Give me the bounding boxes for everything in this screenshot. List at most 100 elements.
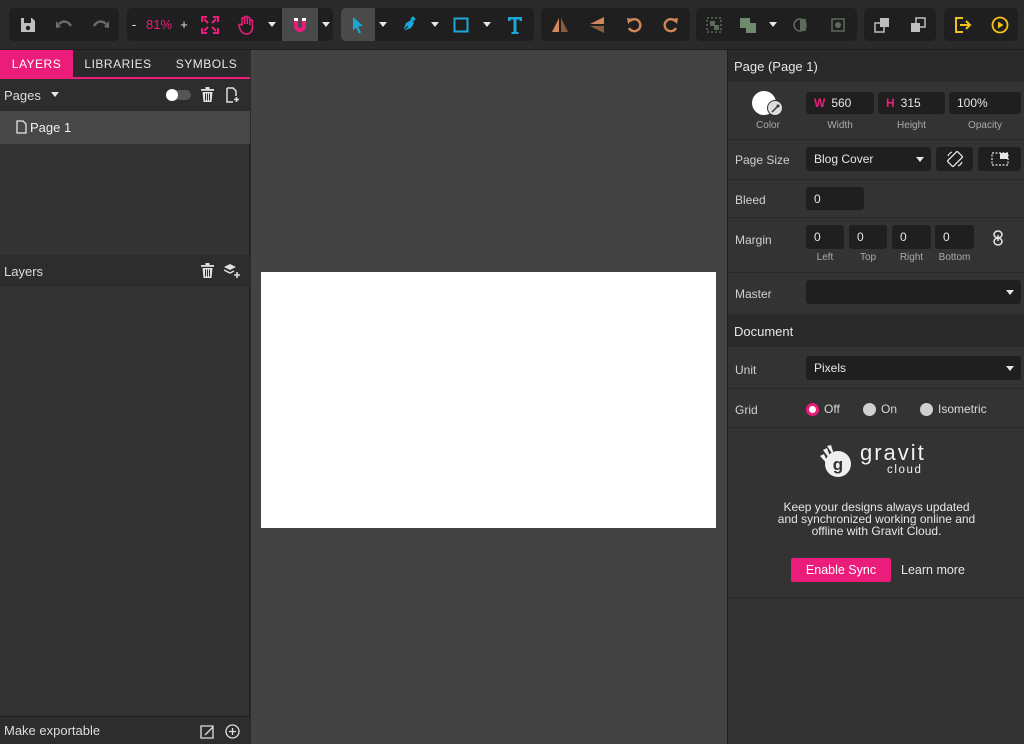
history-group [9,8,119,41]
unit-row: Unit Pixels [728,347,1024,389]
tab-libraries[interactable]: LIBRARIES [73,50,163,78]
trash-icon [201,87,214,102]
add-layer-icon [223,264,240,278]
flip-horizontal-icon [551,17,568,32]
zoom-in-button[interactable]: + [177,8,191,41]
enable-sync-button[interactable]: Enable Sync [791,558,891,582]
pages-title[interactable]: Pages [4,88,41,103]
pen-tool-dropdown[interactable] [427,8,443,41]
canvas-area[interactable] [251,50,727,744]
grid-off-radio[interactable]: Off [806,402,840,416]
toggle-switch[interactable] [166,89,191,101]
margin-top-field[interactable]: 0 [849,225,887,249]
flip-horizontal-button[interactable] [541,8,578,41]
delete-layer-button[interactable] [201,263,214,281]
rectangle-tool-button[interactable] [443,8,479,41]
radio-unselected-icon [863,402,876,416]
flip-vertical-icon [589,16,604,33]
resize-to-content-button[interactable] [978,147,1021,171]
tab-symbols[interactable]: SYMBOLS [163,50,250,78]
page-size-select[interactable]: Blog Cover [806,147,931,171]
top-toolbar: - 81% + [0,0,1024,50]
opacity-label: Opacity [968,120,1002,131]
boolean-dropdown[interactable] [765,8,781,41]
export-slice-button[interactable] [200,725,215,742]
output-group [944,8,1018,41]
margin-left-field[interactable]: 0 [806,225,844,249]
grid-isometric-radio[interactable]: Isometric [920,402,987,416]
eyedropper-icon[interactable] [767,100,783,116]
margin-row: Margin 0 Left 0 Top 0 Right 0 Bottom [728,218,1024,273]
margin-bottom-label: Bottom [938,252,971,263]
pointer-tool-dropdown[interactable] [375,8,391,41]
chevron-down-icon[interactable] [51,92,59,97]
magnet-icon [294,17,306,32]
unit-select[interactable]: Pixels [806,356,1021,380]
bring-forward-icon [874,17,889,33]
width-field[interactable]: W 560 [806,92,874,114]
pointer-tool-button[interactable] [341,8,375,41]
transform-group [541,8,690,41]
make-exportable-label[interactable]: Make exportable [4,723,100,738]
add-layer-button[interactable] [223,263,241,282]
snapping-button[interactable] [282,8,318,41]
bring-forward-button[interactable] [864,8,900,41]
group-button[interactable] [696,8,731,41]
path-options-button[interactable] [819,8,857,41]
flip-vertical-button[interactable] [578,8,615,41]
margin-right-field[interactable]: 0 [892,225,931,249]
boolean-union-button[interactable] [731,8,765,41]
fit-screen-button[interactable] [193,8,227,41]
hand-tool-button[interactable] [227,8,265,41]
master-label: Master [735,287,772,301]
zoom-out-button[interactable]: - [127,8,141,41]
save-button[interactable] [9,8,46,41]
opacity-field[interactable]: 100% [949,92,1021,114]
svg-text:g: g [833,455,843,474]
bleed-field[interactable]: 0 [806,187,864,210]
hand-tool-dropdown[interactable] [265,8,279,41]
gravit-cloud-logo: g gravit cloud [816,440,946,482]
page-artboard[interactable] [261,272,716,528]
present-button[interactable] [981,8,1018,41]
add-export-button[interactable] [225,724,240,742]
pen-tool-button[interactable] [391,8,427,41]
send-backward-button[interactable] [900,8,936,41]
master-select[interactable] [806,280,1021,304]
radio-unselected-icon [920,402,933,416]
margin-bottom-field[interactable]: 0 [935,225,974,249]
grid-on-radio[interactable]: On [863,402,897,416]
export-button[interactable] [944,8,981,41]
rectangle-tool-dropdown[interactable] [479,8,495,41]
bleed-row: Bleed 0 [728,180,1024,218]
fit-screen-icon [201,15,219,34]
tools-group [341,8,534,41]
text-tool-button[interactable] [497,8,533,41]
snapping-dropdown[interactable] [318,8,333,41]
inspector-panel: Page (Page 1) Color W 560 Width H 315 He… [727,50,1024,744]
zoom-level[interactable]: 81% [141,8,177,41]
orientation-button[interactable] [936,147,973,171]
tab-layers[interactable]: LAYERS [0,50,73,78]
export-icon [954,16,971,33]
mask-button[interactable] [783,8,819,41]
boolean-union-icon [740,17,756,33]
rotate-left-button[interactable] [615,8,652,41]
trash-icon [201,263,214,278]
rotate-right-button[interactable] [652,8,690,41]
add-page-button[interactable] [226,87,240,106]
height-value: 315 [900,96,921,110]
page-properties-row: Color W 560 Width H 315 Height 100% Opac… [728,82,1024,140]
list-item[interactable]: Page 1 [0,111,250,144]
delete-page-button[interactable] [201,87,214,105]
pointer-icon [353,16,363,33]
chevron-down-icon [916,157,924,162]
chevron-down-icon [1006,290,1014,295]
redo-button[interactable] [82,8,119,41]
chevron-down-icon [1006,366,1014,371]
height-label: Height [897,120,926,131]
height-field[interactable]: H 315 [878,92,945,114]
learn-more-link[interactable]: Learn more [901,558,965,582]
undo-button[interactable] [46,8,82,41]
link-margins-button[interactable] [992,230,1004,249]
